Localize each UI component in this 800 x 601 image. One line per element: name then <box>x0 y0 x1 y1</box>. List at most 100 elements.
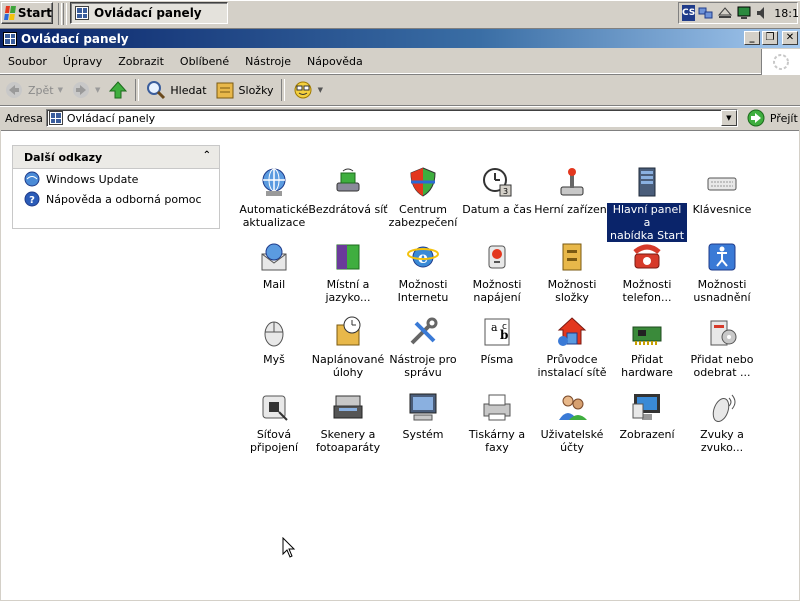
help-link[interactable]: ? Nápověda a odborná pomoc <box>24 189 219 209</box>
go-button[interactable]: Přejít <box>746 109 798 127</box>
cp-item-scanner[interactable]: Skenery a fotoaparáty <box>308 390 388 454</box>
cp-item-regional[interactable]: Místní a jazyko... <box>308 240 388 304</box>
chevron-down-icon: ▼ <box>57 86 63 94</box>
collapse-chevron-icon[interactable]: ⌃ <box>203 150 211 161</box>
cp-item-label: Mail <box>262 278 286 291</box>
cp-item-label: Herní zařízení <box>534 203 610 216</box>
folder-options-icon <box>555 240 589 274</box>
cp-item-joystick[interactable]: Herní zařízení <box>532 165 612 216</box>
phone-icon <box>630 240 664 274</box>
clock[interactable]: 18:11 <box>774 7 800 20</box>
display-tray-icon[interactable] <box>736 5 752 21</box>
standard-toolbar: Zpět ▼ ▼ Hledat Složky ▼ <box>0 75 800 106</box>
menu-nastroje[interactable]: Nástroje <box>237 55 299 68</box>
title-bar[interactable]: Ovládací panely _ ❐ ✕ <box>0 29 800 48</box>
cp-item-internet-explorer[interactable]: e Možnosti Internetu <box>383 240 463 304</box>
cp-item-hardware[interactable]: Přidat hardware <box>607 315 687 379</box>
close-button[interactable]: ✕ <box>782 31 798 45</box>
mail-icon <box>257 240 291 274</box>
folders-icon <box>216 82 234 99</box>
network-tray-icon[interactable] <box>698 5 714 21</box>
forward-button[interactable]: ▼ <box>67 77 104 103</box>
cp-item-sounds[interactable]: Zvuky a zvuko... <box>682 390 762 454</box>
cp-item-label: Přidat hardware <box>621 353 673 379</box>
menu-zobrazit[interactable]: Zobrazit <box>110 55 172 68</box>
address-bar: Adresa Ovládací panely ▼ Přejít <box>0 107 800 129</box>
cp-item-mail[interactable]: Mail <box>234 240 314 291</box>
menu-oblibene[interactable]: Oblíbené <box>172 55 237 68</box>
cp-item-label: Zobrazení <box>619 428 675 441</box>
back-button[interactable]: Zpět ▼ <box>0 77 67 103</box>
svg-text:a: a <box>491 321 498 334</box>
eject-tray-icon[interactable] <box>717 5 733 21</box>
taskbar-icon <box>630 165 664 199</box>
security-shield-icon <box>406 165 440 199</box>
cp-item-system[interactable]: Systém <box>383 390 463 441</box>
address-input[interactable]: Ovládací panely ▼ <box>45 109 738 127</box>
cp-item-admin-tools[interactable]: Nástroje pro správu <box>383 315 463 379</box>
cp-item-accessibility[interactable]: Možnosti usnadnění <box>682 240 762 304</box>
cp-item-label: Centrum zabezpečení <box>388 203 458 229</box>
accessibility-icon <box>705 240 739 274</box>
cp-item-label: Přidat nebo odebrat ... <box>690 353 754 379</box>
toolbar-separator <box>135 79 140 101</box>
svg-text:c: c <box>502 322 507 332</box>
menu-napoveda[interactable]: Nápověda <box>299 55 371 68</box>
up-button[interactable] <box>104 77 132 103</box>
panel-header[interactable]: Další odkazy ⌃ <box>13 146 219 169</box>
forward-arrow-icon <box>73 82 89 98</box>
control-panel-icon <box>75 6 89 20</box>
cp-item-display[interactable]: Zobrazení <box>607 390 687 441</box>
hardware-icon <box>630 315 664 349</box>
address-dropdown-button[interactable]: ▼ <box>720 110 737 126</box>
start-button[interactable]: Start <box>1 2 53 24</box>
display-icon <box>630 390 664 424</box>
cp-item-folder-options[interactable]: Možnosti složky <box>532 240 612 304</box>
cp-item-phone[interactable]: Možnosti telefon... <box>607 240 687 304</box>
up-arrow-icon <box>109 81 128 99</box>
svg-text:e: e <box>418 248 428 267</box>
windows-update-link[interactable]: Windows Update <box>24 169 219 189</box>
cp-item-power[interactable]: Možnosti napájení <box>457 240 537 304</box>
cp-item-network-connections[interactable]: Síťová připojení <box>234 390 314 454</box>
menu-upravy[interactable]: Úpravy <box>55 55 110 68</box>
keyboard-icon <box>705 165 739 199</box>
cp-item-taskbar[interactable]: Hlavní panel a nabídka Start <box>607 165 687 242</box>
cp-item-fonts[interactable]: a b c Písma <box>457 315 537 366</box>
cp-item-clock[interactable]: 3 Datum a čas <box>457 165 537 216</box>
cp-item-user-accounts[interactable]: Uživatelské účty <box>532 390 612 454</box>
cp-item-wireless[interactable]: Bezdrátová síť <box>308 165 388 216</box>
search-button[interactable]: Hledat <box>142 77 210 103</box>
cp-item-add-remove[interactable]: Přidat nebo odebrat ... <box>682 315 762 379</box>
taskbar-separator <box>63 3 67 25</box>
menu-soubor[interactable]: Soubor <box>0 55 55 68</box>
cp-item-label: Písma <box>480 353 514 366</box>
taskbar-window-title: Ovládací panely <box>94 6 202 20</box>
control-panel-icon <box>3 31 17 46</box>
cp-item-label: Síťová připojení <box>249 428 299 454</box>
cp-item-label: Zvuky a zvuko... <box>700 428 744 454</box>
language-indicator[interactable]: CS <box>682 5 696 21</box>
cp-item-security-shield[interactable]: Centrum zabezpečení <box>383 165 463 229</box>
restore-button[interactable]: ❐ <box>762 31 778 45</box>
go-label: Přejít <box>769 111 798 125</box>
cp-item-mouse[interactable]: Myš <box>234 315 314 366</box>
fonts-icon: abc <box>480 315 514 349</box>
cp-item-network-wizard[interactable]: Průvodce instalací sítě <box>532 315 612 379</box>
volume-tray-icon[interactable] <box>755 5 771 21</box>
cp-item-printer[interactable]: Tiskárny a faxy <box>457 390 537 454</box>
cp-item-label: Bezdrátová síť <box>308 203 388 216</box>
cp-item-scheduled-tasks[interactable]: Naplánované úlohy <box>308 315 388 379</box>
cp-item-label: Možnosti napájení <box>472 278 522 304</box>
taskbar-window-button[interactable]: Ovládací panely <box>70 2 228 24</box>
clock-icon: 3 <box>480 165 514 199</box>
restore-icon: ❐ <box>765 32 775 43</box>
folders-button[interactable]: Složky <box>211 77 278 103</box>
cp-item-label: Hlavní panel a nabídka Start <box>607 203 687 242</box>
cp-item-keyboard[interactable]: Klávesnice <box>682 165 762 216</box>
cp-item-globe-shield[interactable]: Automatické aktualizace <box>234 165 314 229</box>
minimize-button[interactable]: _ <box>744 31 760 45</box>
other-links-panel: Další odkazy ⌃ Windows Update ? Nápověda… <box>12 145 220 229</box>
views-button[interactable]: ▼ <box>288 77 327 103</box>
cp-item-label: Systém <box>402 428 444 441</box>
